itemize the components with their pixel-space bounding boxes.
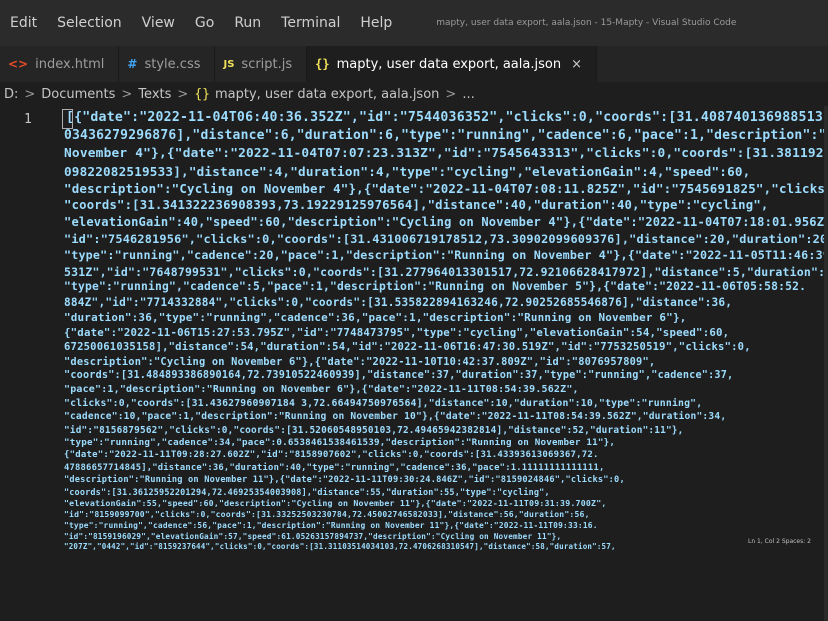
code-line: 67250061035158],"distance":54,"duration"…	[64, 341, 751, 354]
close-icon[interactable]: ×	[571, 57, 582, 72]
code-line: "coords":[31.36125952201294,72.469253540…	[64, 486, 550, 497]
js-file-icon: JS	[223, 58, 235, 70]
code-line: "cadence":10,"pace":1,"description":"Run…	[64, 411, 727, 423]
breadcrumb-documents[interactable]: Documents	[41, 87, 115, 102]
line-number: 1	[24, 112, 32, 127]
menu-edit[interactable]: Edit	[10, 15, 37, 31]
code-line: "duration":36,"type":"running","cadence"…	[64, 311, 687, 325]
line-number-gutter: 1	[0, 106, 62, 621]
code-line: "type":"running","cadence":5,"pace":1,"d…	[64, 280, 807, 294]
tab-style-css[interactable]: # style.css	[119, 46, 216, 82]
tab-script-js[interactable]: JS script.js	[215, 46, 308, 82]
code-editor[interactable]: [{"date":"2022-11-04T06:40:36.352Z","id"…	[62, 106, 828, 621]
menu-view[interactable]: View	[142, 15, 175, 31]
tab-label: script.js	[241, 56, 293, 72]
menu-run[interactable]: Run	[234, 15, 261, 31]
tab-label: index.html	[35, 56, 105, 72]
code-line: "type":"running","cadence":56,"pace":1,"…	[64, 520, 598, 530]
chevron-right-icon: >	[177, 86, 189, 102]
code-line: "type":"running","cadence":20,"pace":1,"…	[64, 248, 828, 263]
code-line: "pace":1,"description":"Running on Novem…	[64, 384, 579, 395]
json-file-icon: {}	[194, 86, 210, 102]
editor-tab-bar: <> index.html # style.css JS script.js {…	[0, 46, 828, 82]
menu-help[interactable]: Help	[360, 15, 392, 31]
breadcrumb: D: > Documents > Texts > {} mapty, user …	[0, 82, 828, 106]
code-line: [{"date":"2022-11-04T06:40:36.352Z","id"…	[66, 110, 828, 125]
code-line: 09822082519533],"distance":4,"duration":…	[64, 163, 751, 179]
breadcrumb-file[interactable]: mapty, user data export, aala.json	[215, 87, 439, 102]
code-line: "id":"7546281956","clicks":0,"coords":[3…	[64, 232, 828, 246]
window-title: mapty, user data export, aala.json - 15-…	[436, 18, 737, 28]
breadcrumb-more[interactable]: ...	[462, 87, 474, 102]
code-line: "id":"8159099700","clicks":0,"coords":[3…	[64, 509, 590, 519]
tab-label: style.css	[144, 56, 201, 72]
code-line: "clicks":0,"coords":[31.43627960907184 3…	[64, 397, 703, 409]
code-line: "elevationGain":40,"speed":60,"descripti…	[64, 215, 828, 230]
menu-go[interactable]: Go	[195, 15, 214, 31]
code-line: "coords":[31.341322236908393,73.19229125…	[64, 198, 769, 213]
code-line: "type":"running","cadence":34,"pace":0.6…	[64, 437, 616, 449]
editor-scrollbar[interactable]	[824, 106, 828, 621]
chevron-right-icon: >	[121, 86, 133, 102]
code-line: "description":"Running on November 11"},…	[64, 474, 625, 485]
code-line: {"date":"2022-11-11T09:28:27.602Z","id":…	[64, 450, 599, 461]
code-line: "207Z","0442","id":"8159237644","clicks"…	[64, 542, 616, 552]
css-file-icon: #	[127, 57, 138, 71]
tab-mapty-json[interactable]: {} mapty, user data export, aala.json ×	[307, 46, 597, 82]
tab-label: mapty, user data export, aala.json	[336, 56, 562, 72]
code-line: "description":"Cycling on November 6"},{…	[64, 355, 656, 368]
code-line: 47886657714845],"distance":36,"duration"…	[64, 462, 605, 473]
status-bar-position[interactable]: Ln 1, Col 2 Spaces: 2	[748, 538, 811, 545]
html-file-icon: <>	[8, 57, 29, 71]
code-line: 03436279296876],"distance":6,"duration":…	[64, 128, 828, 144]
code-line: "id":"8156879562","clicks":0,"coords":[3…	[64, 424, 684, 436]
code-line: 531Z","id":"7648799531","clicks":0,"coor…	[64, 264, 828, 279]
vscode-window: Edit Selection View Go Run Terminal Help…	[0, 0, 828, 621]
chevron-right-icon: >	[445, 86, 457, 102]
chevron-right-icon: >	[24, 86, 36, 102]
code-line: {"date":"2022-11-06T15:27:53.795Z","id":…	[64, 326, 730, 340]
code-line: "description":"Cycling on November 4"},{…	[64, 181, 828, 197]
menu-selection[interactable]: Selection	[57, 15, 122, 31]
menu-terminal[interactable]: Terminal	[281, 15, 340, 31]
menu-bar: Edit Selection View Go Run Terminal Help…	[0, 0, 828, 46]
code-line: "coords":[31.484893386890164,72.73910522…	[64, 369, 734, 381]
breadcrumb-drive[interactable]: D:	[4, 87, 18, 102]
breadcrumb-texts[interactable]: Texts	[138, 87, 171, 102]
json-file-icon: {}	[315, 57, 330, 71]
tab-index-html[interactable]: <> index.html	[0, 46, 120, 82]
code-line: "elevationGain":55,"speed":60,"descripti…	[64, 498, 607, 509]
code-line: November 4"},{"date":"2022-11-04T07:07:2…	[64, 146, 828, 162]
code-line: 884Z","id":"7714332884","clicks":0,"coor…	[64, 295, 733, 309]
code-line: "id":"8159196029","elevationGain":57,"sp…	[64, 531, 562, 541]
